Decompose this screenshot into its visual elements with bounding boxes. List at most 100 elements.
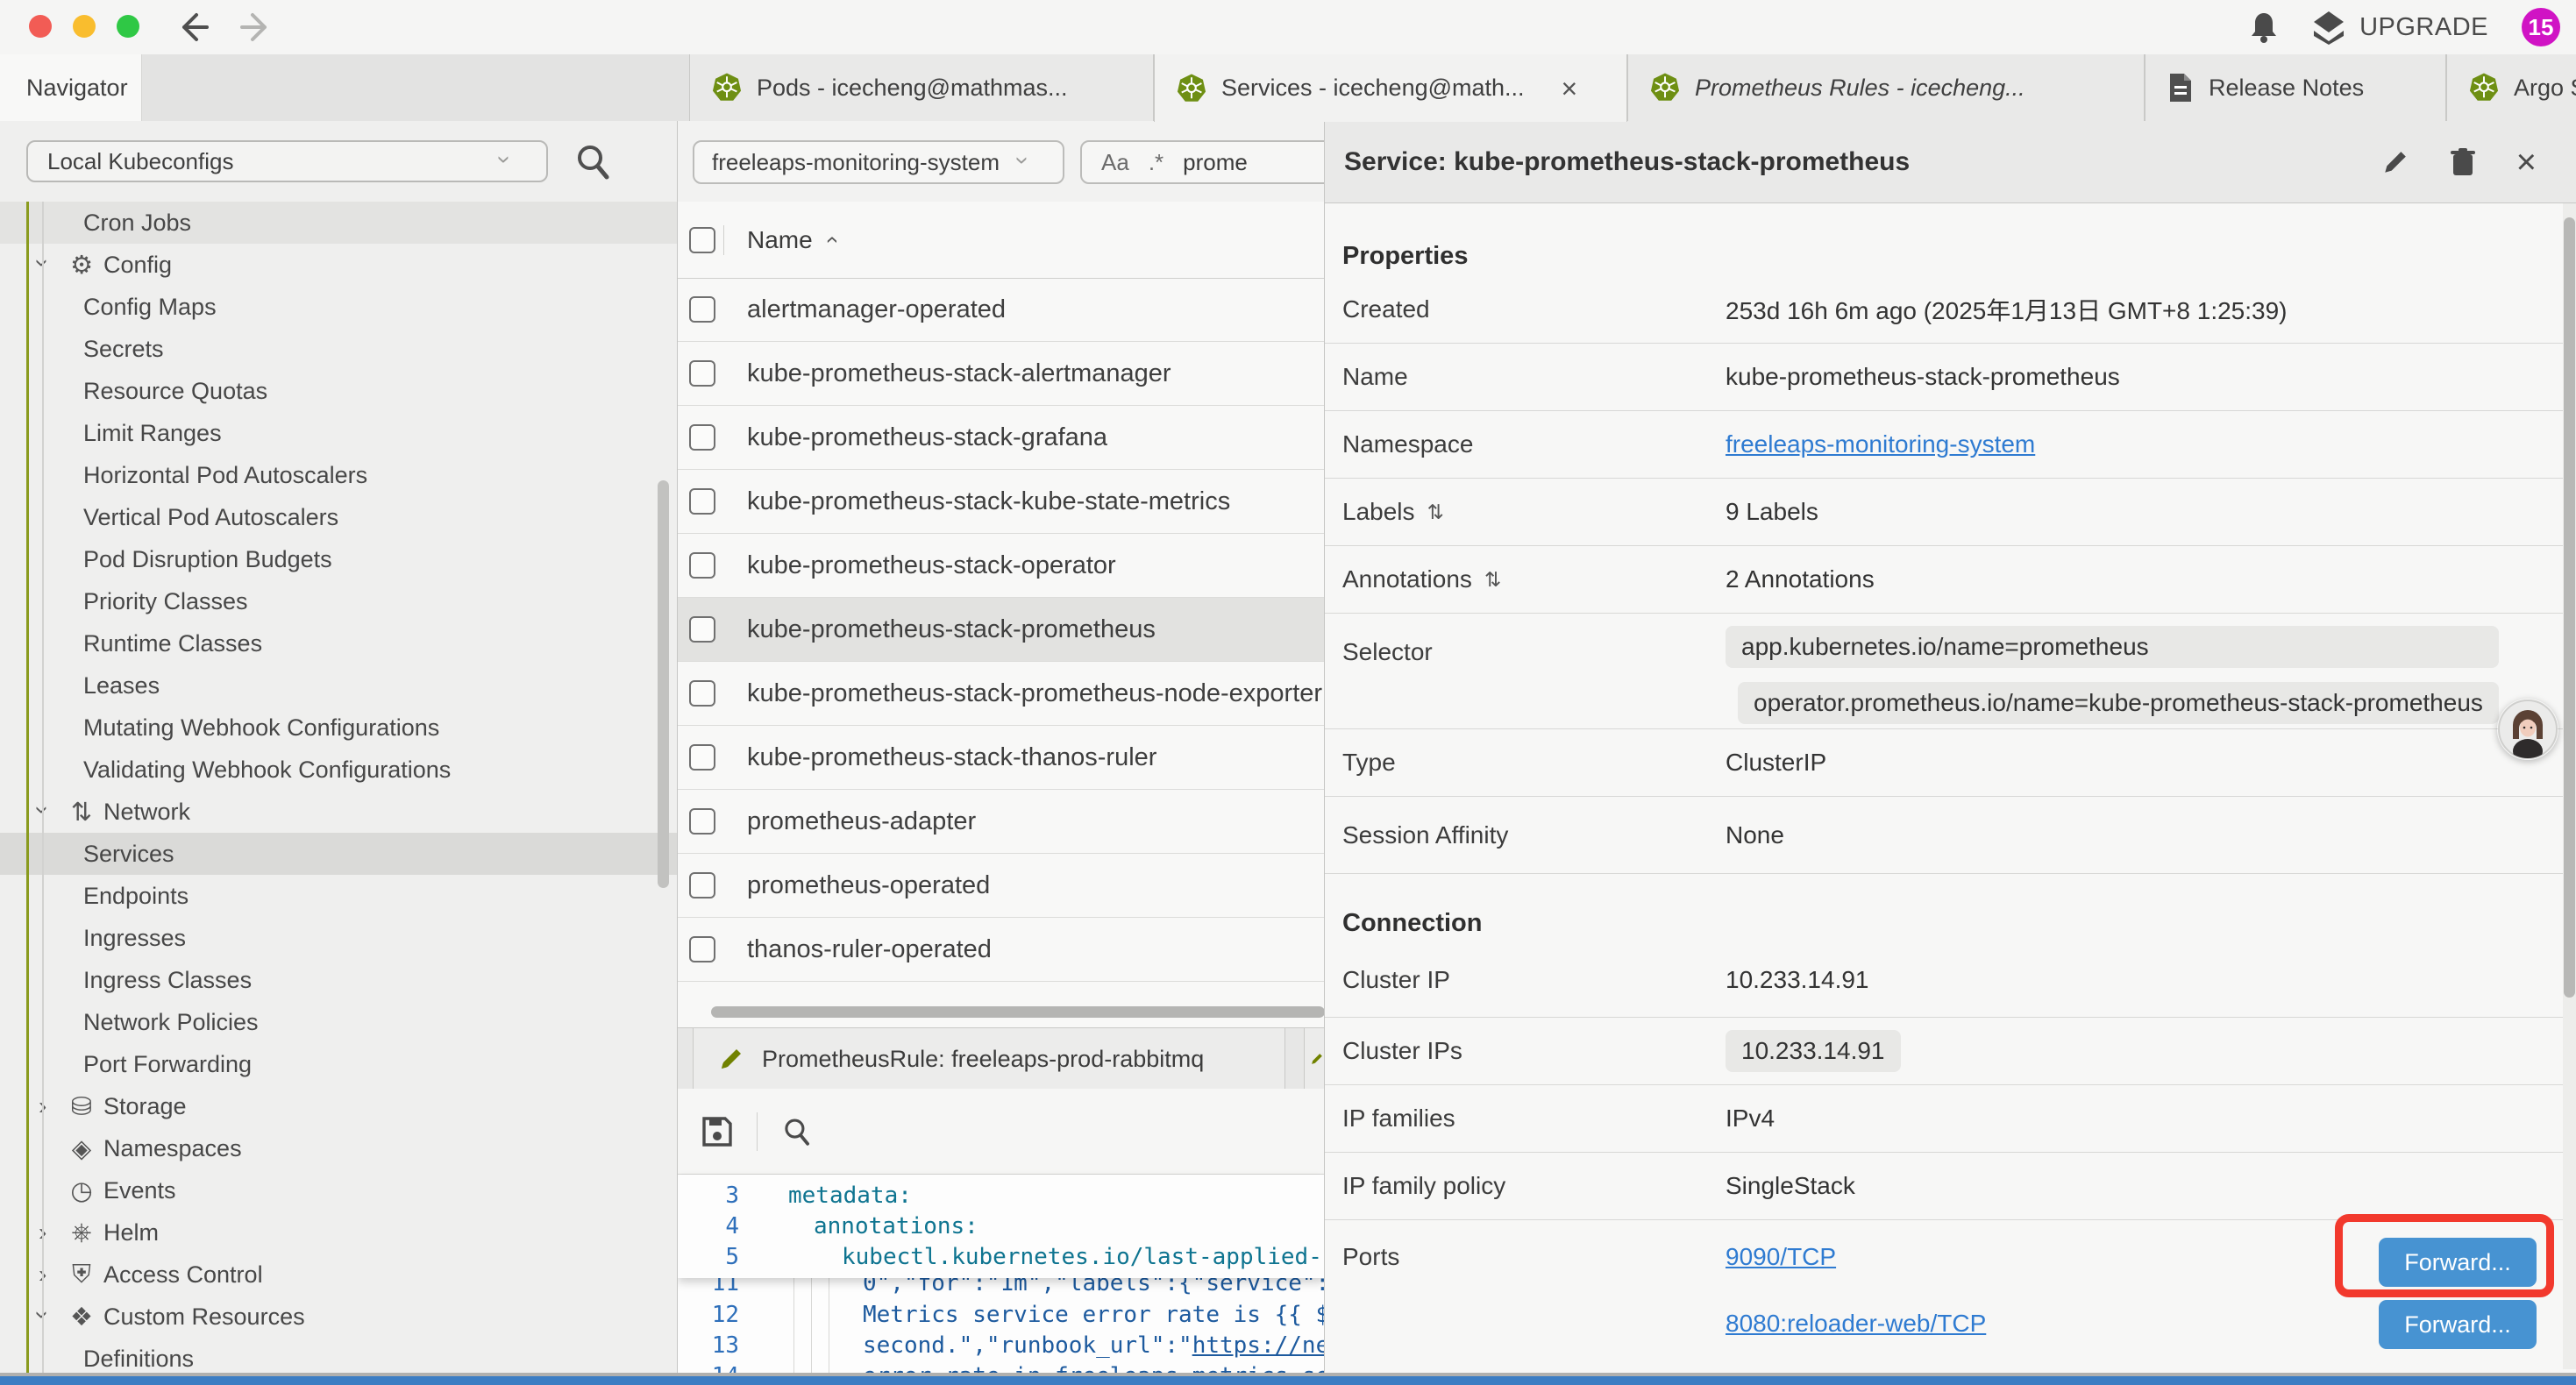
sidebar-scrollbar-thumb[interactable] [658,480,669,888]
tree-item[interactable]: Runtime Classes [0,622,677,664]
close-window-button[interactable] [29,15,52,38]
row-checkbox[interactable] [689,296,715,323]
tree-item[interactable]: ❖ Custom Resources [0,1296,677,1338]
tree-item[interactable]: Pod Disruption Budgets [0,538,677,580]
table-row[interactable]: alertmanager-operated [678,278,1324,342]
table-row[interactable]: kube-prometheus-stack-grafana [678,406,1324,470]
tree-chevron-icon[interactable] [39,1261,65,1289]
port-link-8080[interactable]: 8080:reloader-web/TCP [1726,1310,1986,1338]
regex-toggle[interactable]: .* [1149,149,1163,176]
tree-item[interactable]: Mutating Webhook Configurations [0,707,677,749]
tree-item[interactable]: Cron Jobs [0,202,677,244]
forward-arrow-icon[interactable] [238,11,274,44]
tree-item[interactable]: Config Maps [0,286,677,328]
upgrade-button[interactable]: UPGRADE [2312,10,2488,45]
table-row[interactable]: thanos-ruler-operated [678,918,1324,982]
edit-pencil-icon[interactable] [2381,148,2409,176]
user-avatar[interactable] [2497,699,2558,760]
details-scrollbar-thumb[interactable] [2564,217,2575,998]
navigator-panel-tab[interactable]: Navigator [0,54,142,121]
tab-pods[interactable]: Pods - icecheng@mathmas... [689,54,1154,121]
runbook-url-link[interactable]: https://net [1192,1332,1324,1359]
row-checkbox[interactable] [689,488,715,515]
back-arrow-icon[interactable] [175,11,210,44]
row-checkbox[interactable] [689,744,715,771]
tree-item[interactable]: ⛨ Access Control [0,1254,677,1296]
tab-argo[interactable]: Argo Se [2446,54,2576,121]
search-filter-input[interactable]: Aa .* prome [1080,140,1324,184]
row-checkbox[interactable] [689,552,715,579]
port-link-9090[interactable]: 9090/TCP [1726,1243,1986,1271]
editor-search-icon[interactable] [780,1115,814,1148]
tree-item[interactable]: Port Forwarding [0,1043,677,1085]
row-checkbox[interactable] [689,360,715,387]
tree-item[interactable]: ⛁ Storage [0,1085,677,1127]
search-icon[interactable] [574,142,611,181]
tree-item[interactable]: Endpoints [0,875,677,917]
table-row[interactable]: kube-prometheus-stack-kube-state-metrics [678,470,1324,534]
editor-tab-prometheusrule[interactable]: PrometheusRule: freeleaps-prod-rabbitmq [693,1028,1285,1090]
tree-item[interactable]: Ingresses [0,917,677,959]
row-checkbox[interactable] [689,808,715,835]
row-checkbox[interactable] [689,424,715,451]
tree-item[interactable]: Priority Classes [0,580,677,622]
expand-collapse-icon[interactable]: ⇅ [1484,568,1501,592]
name-column-header[interactable]: Name › [747,226,834,254]
kubeconfig-selector[interactable]: Local Kubeconfigs [26,140,548,182]
tab-prometheus-rules[interactable]: Prometheus Rules - icecheng... [1627,54,2145,121]
tree-item[interactable]: Network Policies [0,1001,677,1043]
tree-chevron-icon[interactable] [39,798,65,826]
tree-item[interactable]: ◷ Events [0,1169,677,1211]
tree-chevron-icon[interactable] [39,1092,65,1120]
tree-item[interactable]: Vertical Pod Autoscalers [0,496,677,538]
table-row[interactable]: prometheus-adapter [678,790,1324,854]
tree-item[interactable]: Ingress Classes [0,959,677,1001]
delete-trash-icon[interactable] [2450,147,2476,177]
match-case-toggle[interactable]: Aa [1101,149,1129,176]
table-row[interactable]: kube-prometheus-stack-alertmanager [678,342,1324,406]
tree-item[interactable]: Secrets [0,328,677,370]
tree-item[interactable]: Definitions [0,1338,677,1376]
namespace-link[interactable]: freeleaps-monitoring-system [1726,430,2035,458]
tree-item[interactable]: ⇅ Network [0,791,677,833]
forward-port-button-8080[interactable]: Forward... [2379,1300,2537,1349]
table-row[interactable]: kube-prometheus-stack-prometheus [678,598,1324,662]
row-checkbox[interactable] [689,680,715,707]
bell-icon[interactable] [2249,11,2279,44]
property-value[interactable]: 9 Labels [1726,498,1818,526]
minimize-window-button[interactable] [73,15,96,38]
tree-item[interactable]: ⚙ Config [0,244,677,286]
row-checkbox[interactable] [689,872,715,898]
notification-count-badge[interactable]: 15 [2522,8,2560,46]
tree-item[interactable]: Resource Quotas [0,370,677,412]
tab-services[interactable]: Services - icecheng@math... × [1154,54,1627,122]
select-all-checkbox[interactable] [689,227,715,253]
table-row[interactable]: kube-prometheus-stack-operator [678,534,1324,598]
tree-item[interactable]: Leases [0,664,677,707]
tree-item[interactable]: Horizontal Pod Autoscalers [0,454,677,496]
tree-item[interactable]: Limit Ranges [0,412,677,454]
row-checkbox[interactable] [689,936,715,962]
tree-item[interactable]: Validating Webhook Configurations [0,749,677,791]
editor-tab-next[interactable] [1304,1028,1324,1090]
namespace-filter-select[interactable]: freeleaps-monitoring-system [693,140,1064,184]
save-icon[interactable] [701,1115,734,1148]
tree-item[interactable]: ⎈ Helm [0,1211,677,1254]
table-row[interactable]: prometheus-operated [678,854,1324,918]
close-tab-icon[interactable]: × [1562,75,1578,103]
yaml-editor[interactable]: 3 metadata: 4 annotations: 5 kubectl.kub… [678,1175,1324,1376]
tree-chevron-icon[interactable] [39,251,65,279]
close-panel-icon[interactable]: × [2516,145,2537,180]
tree-chevron-icon[interactable] [39,1303,65,1331]
tree-chevron-icon[interactable] [39,1218,65,1246]
tab-release-notes[interactable]: Release Notes [2145,54,2446,121]
maximize-window-button[interactable] [117,15,139,38]
table-row[interactable]: kube-prometheus-stack-thanos-ruler [678,726,1324,790]
tree-item[interactable]: Services [0,833,677,875]
horizontal-scrollbar-thumb[interactable] [711,1006,1324,1018]
property-value[interactable]: 2 Annotations [1726,565,1875,593]
table-row[interactable]: kube-prometheus-stack-prometheus-node-ex… [678,662,1324,726]
expand-collapse-icon[interactable]: ⇅ [1427,501,1444,524]
row-checkbox[interactable] [689,616,715,643]
tree-item[interactable]: ◈ Namespaces [0,1127,677,1169]
